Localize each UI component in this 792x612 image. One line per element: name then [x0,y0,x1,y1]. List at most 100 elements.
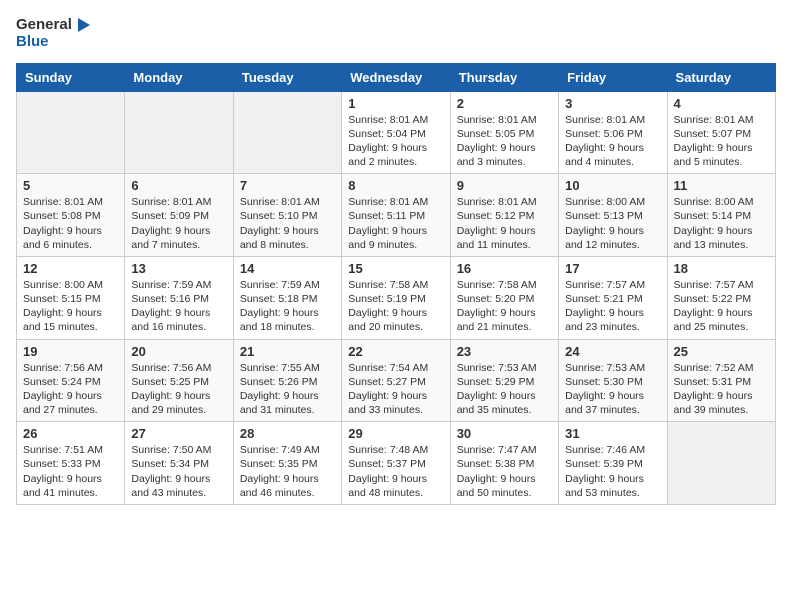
logo-blue-text: Blue [16,34,92,51]
calendar-cell: 13 Sunrise: 7:59 AMSunset: 5:16 PMDayligh… [125,256,233,339]
day-number: 27 [131,426,226,441]
day-number: 29 [348,426,443,441]
calendar-cell: 22 Sunrise: 7:54 AMSunset: 5:27 PMDayligh… [342,339,450,422]
calendar-cell [17,91,125,174]
day-number: 25 [674,344,769,359]
day-number: 15 [348,261,443,276]
cell-info: Sunrise: 8:01 AMSunset: 5:06 PMDaylight:… [565,113,660,170]
cell-info: Sunrise: 7:58 AMSunset: 5:19 PMDaylight:… [348,278,443,335]
cell-info: Sunrise: 8:01 AMSunset: 5:09 PMDaylight:… [131,195,226,252]
cell-info: Sunrise: 7:50 AMSunset: 5:34 PMDaylight:… [131,443,226,500]
calendar-cell: 20 Sunrise: 7:56 AMSunset: 5:25 PMDayligh… [125,339,233,422]
cell-info: Sunrise: 8:00 AMSunset: 5:14 PMDaylight:… [674,195,769,252]
cell-info: Sunrise: 8:01 AMSunset: 5:08 PMDaylight:… [23,195,118,252]
cell-info: Sunrise: 7:56 AMSunset: 5:24 PMDaylight:… [23,361,118,418]
cell-info: Sunrise: 7:52 AMSunset: 5:31 PMDaylight:… [674,361,769,418]
day-number: 26 [23,426,118,441]
calendar-cell [233,91,341,174]
day-number: 16 [457,261,552,276]
calendar-cell: 28 Sunrise: 7:49 AMSunset: 5:35 PMDayligh… [233,422,341,505]
cell-info: Sunrise: 8:00 AMSunset: 5:13 PMDaylight:… [565,195,660,252]
calendar-cell: 17 Sunrise: 7:57 AMSunset: 5:21 PMDayligh… [559,256,667,339]
day-number: 23 [457,344,552,359]
calendar-cell: 27 Sunrise: 7:50 AMSunset: 5:34 PMDayligh… [125,422,233,505]
cell-info: Sunrise: 7:54 AMSunset: 5:27 PMDaylight:… [348,361,443,418]
cell-info: Sunrise: 8:00 AMSunset: 5:15 PMDaylight:… [23,278,118,335]
cell-info: Sunrise: 7:53 AMSunset: 5:29 PMDaylight:… [457,361,552,418]
cell-info: Sunrise: 7:55 AMSunset: 5:26 PMDaylight:… [240,361,335,418]
calendar-cell: 6 Sunrise: 8:01 AMSunset: 5:09 PMDaylight… [125,174,233,257]
cell-info: Sunrise: 7:57 AMSunset: 5:22 PMDaylight:… [674,278,769,335]
calendar-cell: 23 Sunrise: 7:53 AMSunset: 5:29 PMDayligh… [450,339,558,422]
calendar-cell: 15 Sunrise: 7:58 AMSunset: 5:19 PMDayligh… [342,256,450,339]
day-number: 8 [348,178,443,193]
calendar-cell: 21 Sunrise: 7:55 AMSunset: 5:26 PMDayligh… [233,339,341,422]
day-number: 20 [131,344,226,359]
calendar-cell: 18 Sunrise: 7:57 AMSunset: 5:22 PMDayligh… [667,256,775,339]
day-header-monday: Monday [125,63,233,91]
page-header: General Blue [16,16,776,51]
day-number: 19 [23,344,118,359]
calendar-cell: 3 Sunrise: 8:01 AMSunset: 5:06 PMDaylight… [559,91,667,174]
day-number: 24 [565,344,660,359]
calendar-cell: 10 Sunrise: 8:00 AMSunset: 5:13 PMDayligh… [559,174,667,257]
cell-info: Sunrise: 7:56 AMSunset: 5:25 PMDaylight:… [131,361,226,418]
day-number: 17 [565,261,660,276]
day-number: 13 [131,261,226,276]
day-number: 14 [240,261,335,276]
day-number: 2 [457,96,552,111]
logo-arrow-icon [74,16,92,34]
cell-info: Sunrise: 7:57 AMSunset: 5:21 PMDaylight:… [565,278,660,335]
calendar-cell: 4 Sunrise: 8:01 AMSunset: 5:07 PMDaylight… [667,91,775,174]
calendar-cell: 24Sunrise: 7:53 AMSunset: 5:30 PMDayligh… [559,339,667,422]
calendar-cell: 7 Sunrise: 8:01 AMSunset: 5:10 PMDaylight… [233,174,341,257]
calendar-cell: 31 Sunrise: 7:46 AMSunset: 5:39 PMDayligh… [559,422,667,505]
cell-info: Sunrise: 8:01 AMSunset: 5:05 PMDaylight:… [457,113,552,170]
cell-info: Sunrise: 7:59 AMSunset: 5:16 PMDaylight:… [131,278,226,335]
day-number: 3 [565,96,660,111]
calendar-cell: 19 Sunrise: 7:56 AMSunset: 5:24 PMDayligh… [17,339,125,422]
calendar-cell: 8 Sunrise: 8:01 AMSunset: 5:11 PMDaylight… [342,174,450,257]
calendar-cell [667,422,775,505]
logo: General Blue [16,16,92,51]
cell-info: Sunrise: 7:58 AMSunset: 5:20 PMDaylight:… [457,278,552,335]
day-number: 11 [674,178,769,193]
day-number: 31 [565,426,660,441]
cell-info: Sunrise: 8:01 AMSunset: 5:10 PMDaylight:… [240,195,335,252]
day-number: 7 [240,178,335,193]
day-number: 12 [23,261,118,276]
cell-info: Sunrise: 7:46 AMSunset: 5:39 PMDaylight:… [565,443,660,500]
calendar-cell: 9Sunrise: 8:01 AMSunset: 5:12 PMDaylight… [450,174,558,257]
day-number: 5 [23,178,118,193]
calendar-table: SundayMondayTuesdayWednesdayThursdayFrid… [16,63,776,505]
calendar-cell: 1 Sunrise: 8:01 AMSunset: 5:04 PMDaylight… [342,91,450,174]
calendar-cell [125,91,233,174]
day-number: 21 [240,344,335,359]
cell-info: Sunrise: 8:01 AMSunset: 5:04 PMDaylight:… [348,113,443,170]
calendar-cell: 16 Sunrise: 7:58 AMSunset: 5:20 PMDayligh… [450,256,558,339]
cell-info: Sunrise: 8:01 AMSunset: 5:11 PMDaylight:… [348,195,443,252]
day-header-tuesday: Tuesday [233,63,341,91]
day-number: 1 [348,96,443,111]
calendar-cell: 2 Sunrise: 8:01 AMSunset: 5:05 PMDaylight… [450,91,558,174]
calendar-cell: 5 Sunrise: 8:01 AMSunset: 5:08 PMDaylight… [17,174,125,257]
day-number: 28 [240,426,335,441]
cell-info: Sunrise: 8:01 AMSunset: 5:07 PMDaylight:… [674,113,769,170]
calendar-cell: 25 Sunrise: 7:52 AMSunset: 5:31 PMDayligh… [667,339,775,422]
day-number: 22 [348,344,443,359]
cell-info: Sunrise: 8:01 AMSunset: 5:12 PMDaylight:… [457,195,552,252]
day-header-thursday: Thursday [450,63,558,91]
day-header-friday: Friday [559,63,667,91]
day-header-wednesday: Wednesday [342,63,450,91]
cell-info: Sunrise: 7:49 AMSunset: 5:35 PMDaylight:… [240,443,335,500]
day-number: 6 [131,178,226,193]
calendar-cell: 12 Sunrise: 8:00 AMSunset: 5:15 PMDayligh… [17,256,125,339]
cell-info: Sunrise: 7:47 AMSunset: 5:38 PMDaylight:… [457,443,552,500]
day-number: 10 [565,178,660,193]
day-header-sunday: Sunday [17,63,125,91]
day-number: 18 [674,261,769,276]
cell-info: Sunrise: 7:51 AMSunset: 5:33 PMDaylight:… [23,443,118,500]
day-header-saturday: Saturday [667,63,775,91]
day-number: 4 [674,96,769,111]
cell-info: Sunrise: 7:59 AMSunset: 5:18 PMDaylight:… [240,278,335,335]
